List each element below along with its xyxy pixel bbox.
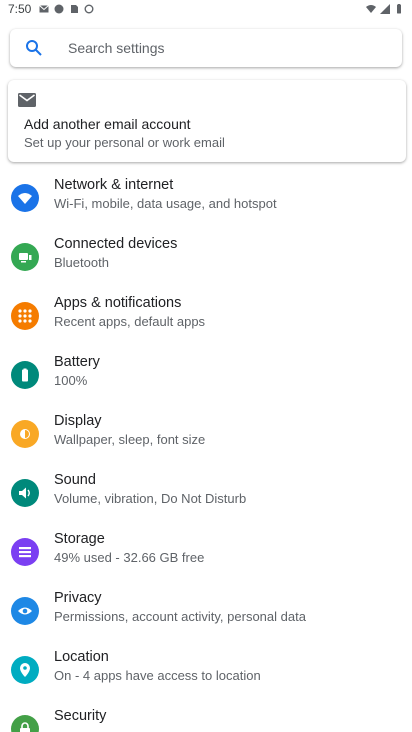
settings-item-network[interactable]: Network & internet Wi-Fi, mobile, data u… <box>0 170 412 228</box>
volume-icon <box>11 479 39 507</box>
search-input[interactable]: Search settings <box>68 40 165 56</box>
settings-item-storage[interactable]: Storage 49% used - 32.66 GB free <box>0 524 412 582</box>
settings-item-subtitle: Permissions, account activity, personal … <box>54 609 306 624</box>
settings-item-display[interactable]: Display Wallpaper, sleep, font size <box>0 406 412 464</box>
settings-item-apps[interactable]: Apps & notifications Recent apps, defaul… <box>0 288 412 346</box>
security-icon <box>11 715 39 732</box>
settings-item-title: Location <box>54 649 109 665</box>
settings-item-title: Storage <box>54 531 105 547</box>
settings-item-title: Apps & notifications <box>54 295 182 311</box>
settings-item-subtitle: Bluetooth <box>54 255 109 270</box>
battery-icon <box>11 361 39 389</box>
settings-item-title: Privacy <box>54 590 102 606</box>
status-time: 7:50 <box>8 2 32 16</box>
settings-item-title: Display <box>54 413 102 429</box>
add-email-account-card[interactable]: Add another email account Set up your pe… <box>8 80 406 162</box>
settings-item-title: Battery <box>54 354 100 370</box>
storage-icon <box>11 538 39 566</box>
settings-item-subtitle: On - 4 apps have access to location <box>54 668 261 683</box>
email-notification-icon <box>39 5 50 13</box>
settings-item-subtitle: 100% <box>54 373 88 388</box>
settings-item-sound[interactable]: Sound Volume, vibration, Do Not Disturb <box>0 465 412 523</box>
settings-item-subtitle: 49% used - 32.66 GB free <box>54 550 205 565</box>
privacy-icon <box>11 597 39 625</box>
shield-notification-icon <box>54 4 64 14</box>
wifi-signal-icon <box>366 5 376 13</box>
cell-signal-icon <box>380 4 390 14</box>
search-bar[interactable]: Search settings <box>10 29 402 67</box>
settings-item-location[interactable]: Location On - 4 apps have access to loca… <box>0 642 412 700</box>
settings-item-title: Connected devices <box>54 236 178 252</box>
settings-item-title: Security <box>54 708 107 724</box>
brightness-icon <box>11 420 39 448</box>
status-bar: 7:50 <box>0 0 412 18</box>
sync-icon <box>84 4 94 14</box>
settings-item-security[interactable]: Security <box>0 701 412 732</box>
wifi-icon <box>11 184 39 212</box>
sd-card-icon <box>71 5 79 13</box>
settings-item-subtitle: Recent apps, default apps <box>54 314 206 329</box>
settings-item-subtitle: Volume, vibration, Do Not Disturb <box>54 491 247 506</box>
email-icon <box>18 93 36 107</box>
settings-item-battery[interactable]: Battery 100% <box>0 347 412 405</box>
add-email-title: Add another email account <box>24 116 191 132</box>
devices-icon <box>11 243 39 271</box>
location-icon <box>11 656 39 684</box>
settings-item-subtitle: Wi-Fi, mobile, data usage, and hotspot <box>54 196 277 211</box>
add-email-subtitle: Set up your personal or work email <box>24 135 225 150</box>
settings-item-privacy[interactable]: Privacy Permissions, account activity, p… <box>0 583 412 641</box>
search-icon <box>26 40 42 56</box>
apps-icon <box>11 302 39 330</box>
settings-item-title: Sound <box>54 472 96 488</box>
settings-item-subtitle: Wallpaper, sleep, font size <box>54 432 206 447</box>
settings-item-title: Network & internet <box>54 177 174 193</box>
settings-item-connected-devices[interactable]: Connected devices Bluetooth <box>0 229 412 287</box>
battery-status-icon <box>397 4 401 14</box>
